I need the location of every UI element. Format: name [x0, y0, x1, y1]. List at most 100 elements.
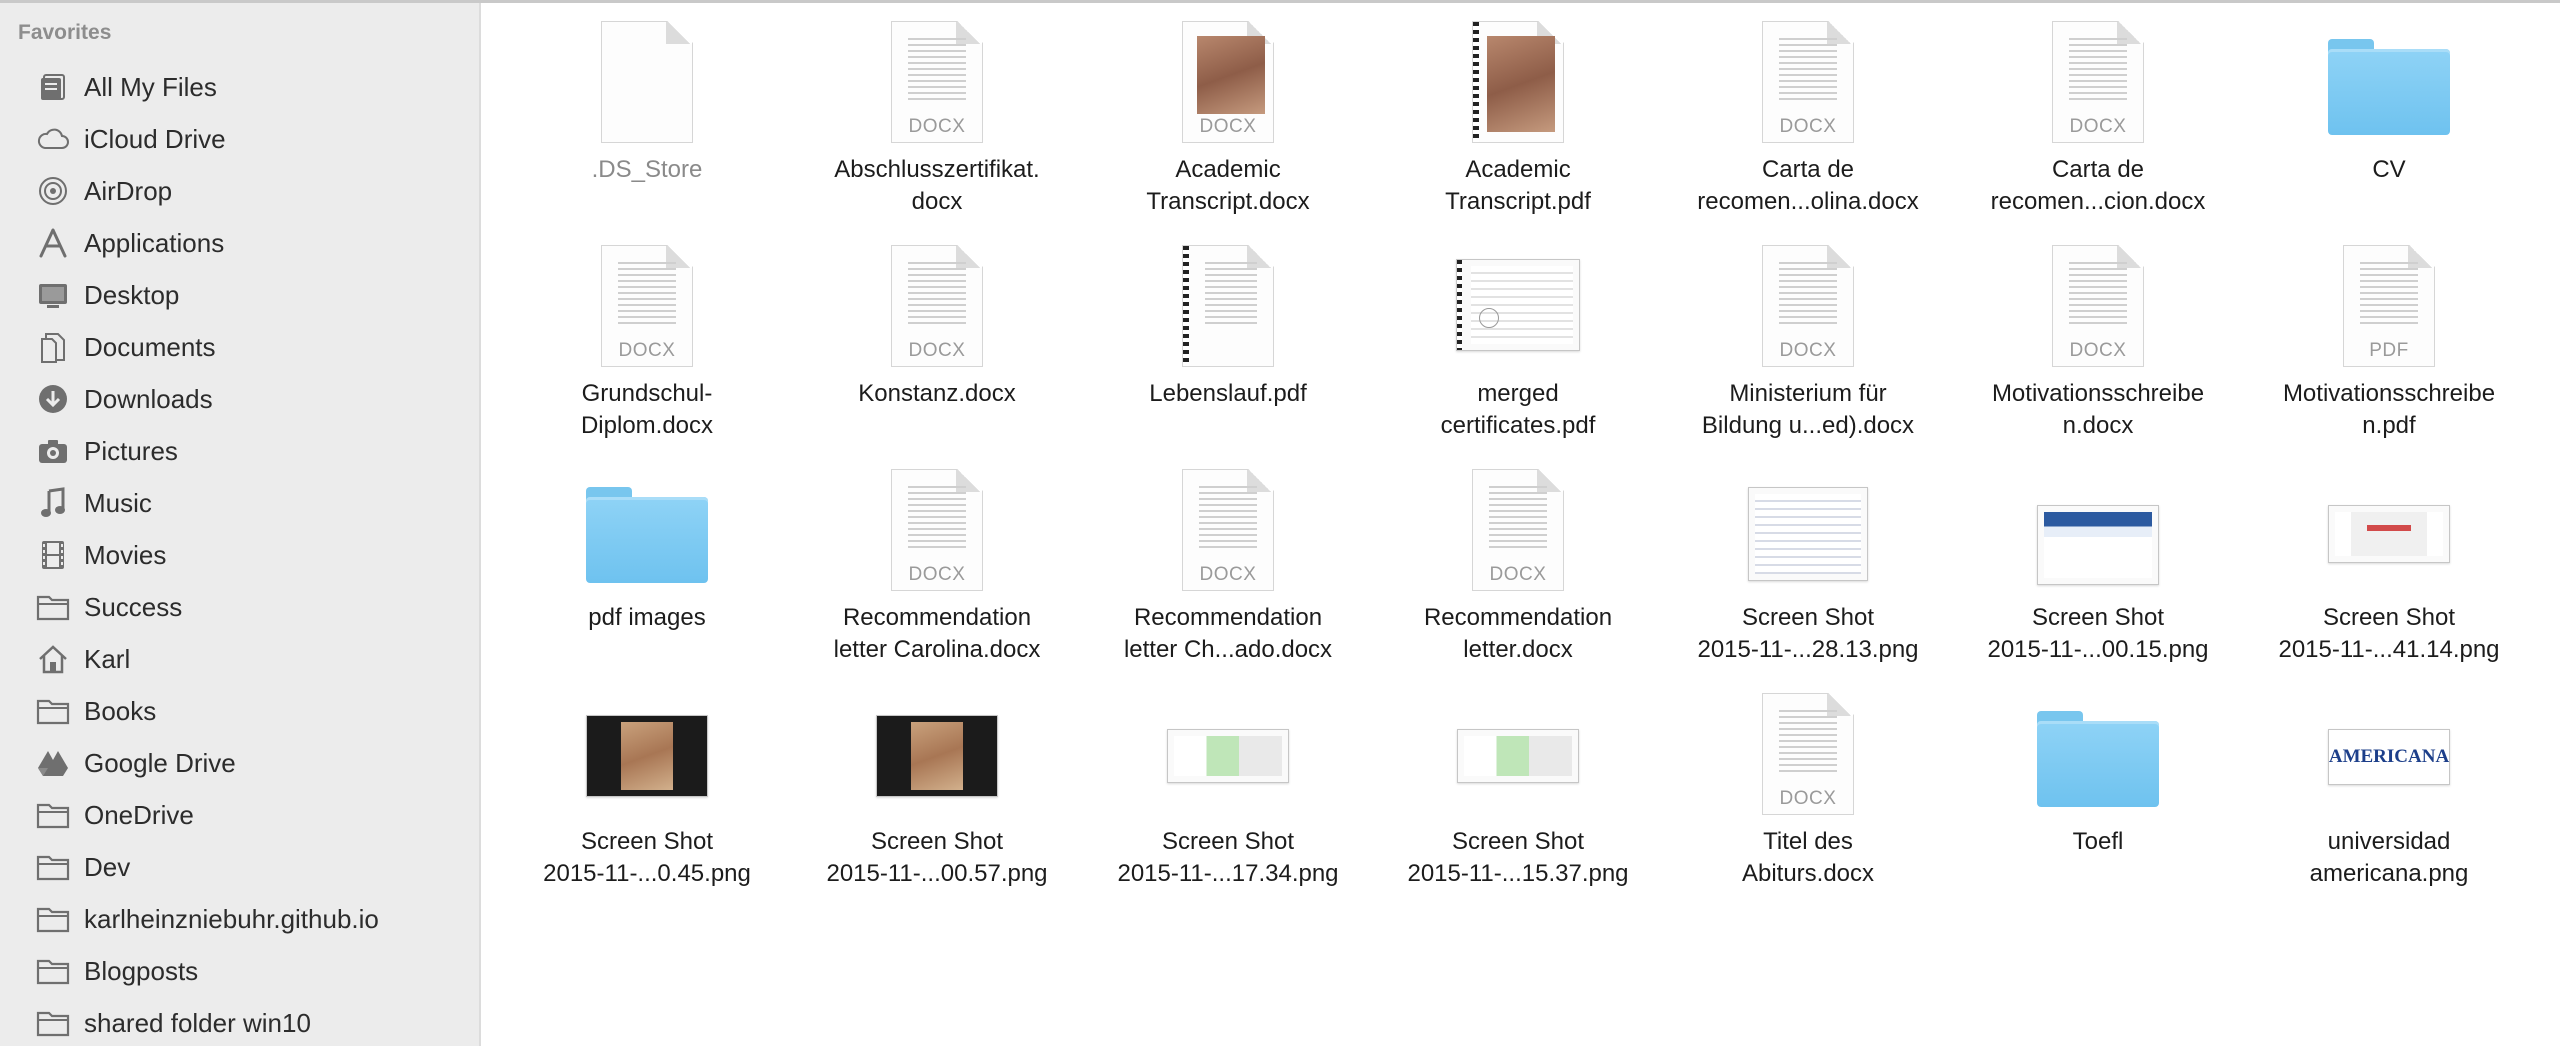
file-item-recommendation-letter-ch-ado-docx[interactable]: DOCX Recommendation letter Ch...ado.docx — [1088, 469, 1368, 679]
file-item-carta-de-recomen-olina-docx[interactable]: DOCX Carta de recomen...olina.docx — [1668, 21, 1948, 231]
sidebar-item-label: Music — [84, 487, 152, 518]
file-type-badge: DOCX — [1199, 116, 1257, 137]
file-item-screen-shot-2015-11-00-15-png[interactable]: Screen Shot 2015-11-...00.15.png — [1958, 469, 2238, 679]
sidebar-item-music[interactable]: Music — [0, 477, 479, 529]
document-icon: DOCX — [891, 469, 983, 591]
file-item-toefl[interactable]: Toefl — [1958, 693, 2238, 903]
folder-icon — [36, 902, 70, 936]
file-item-motivationsschreibe-n-docx[interactable]: DOCX Motivationsschreibe n.docx — [1958, 245, 2238, 455]
file-item-motivationsschreibe-n-pdf[interactable]: PDF Motivationsschreibe n.pdf — [2249, 245, 2529, 455]
file-item-recommendation-letter-carolina-docx[interactable]: DOCX Recommendation letter Carolina.docx — [797, 469, 1077, 679]
image-thumbnail-icon: AMERICANA — [2328, 729, 2450, 785]
google-drive-icon — [36, 746, 70, 780]
file-item-screen-shot-2015-11-0-45-png[interactable]: Screen Shot 2015-11-...0.45.png — [507, 693, 787, 903]
file-item-grundschul-diplom-docx[interactable]: DOCX Grundschul- Diplom.docx — [507, 245, 787, 455]
file-item-screen-shot-2015-11-41-14-png[interactable]: Screen Shot 2015-11-...41.14.png — [2249, 469, 2529, 679]
document-icon: DOCX — [1762, 693, 1854, 815]
folder-icon — [36, 1006, 70, 1040]
sidebar-item-books[interactable]: Books — [0, 685, 479, 737]
file-item-lebenslauf-pdf[interactable]: Lebenslauf.pdf — [1088, 245, 1368, 455]
file-name-label: Recommendation letter Carolina.docx — [833, 604, 1041, 663]
file-item-pdf-images[interactable]: pdf images — [507, 469, 787, 679]
file-item-screen-shot-2015-11-00-57-png[interactable]: Screen Shot 2015-11-...00.57.png — [797, 693, 1077, 903]
file-item-recommendation-letter-docx[interactable]: DOCX Recommendation letter.docx — [1378, 469, 1658, 679]
file-type-badge: DOCX — [618, 340, 676, 361]
sidebar-item-label: Desktop — [84, 279, 180, 310]
file-type-badge: DOCX — [908, 340, 966, 361]
file-name-label: Recommendation letter.docx — [1423, 604, 1613, 663]
file-name-label: Academic Transcript.pdf — [1445, 156, 1591, 215]
document-icon: DOCX — [2052, 245, 2144, 367]
image-thumbnail-icon — [1457, 729, 1579, 783]
sidebar-item-applications[interactable]: Applications — [0, 217, 479, 269]
file-item-merged-certificates-pdf[interactable]: merged certificates.pdf — [1378, 245, 1658, 455]
file-name-label: Titel des Abiturs.docx — [1741, 828, 1875, 887]
sidebar-item-google-drive[interactable]: Google Drive — [0, 737, 479, 789]
sidebar-item-movies[interactable]: Movies — [0, 529, 479, 581]
file-name-label: Grundschul- Diplom.docx — [580, 380, 714, 439]
file-type-badge: DOCX — [1199, 564, 1257, 585]
file-item-cv[interactable]: CV — [2249, 21, 2529, 231]
sidebar-item-dev[interactable]: Dev — [0, 841, 479, 893]
sidebar-item-label: shared folder win10 — [84, 1007, 311, 1038]
sidebar-item-karlheinzniebuhr-github-io[interactable]: karlheinzniebuhr.github.io — [0, 893, 479, 945]
document-icon: DOCX — [1762, 21, 1854, 143]
sidebar-item-label: iCloud Drive — [84, 123, 226, 154]
file-item-titel-des-abiturs-docx[interactable]: DOCX Titel des Abiturs.docx — [1668, 693, 1948, 903]
document-icon — [1472, 21, 1564, 143]
sidebar-item-shared-folder-win10[interactable]: shared folder win10 — [0, 997, 479, 1049]
sidebar-item-karl[interactable]: Karl — [0, 633, 479, 685]
favorites-list: All My Files iCloud Drive AirDrop Applicati… — [0, 61, 479, 1049]
file-name-label: Lebenslauf.pdf — [1149, 380, 1307, 407]
document-icon: DOCX — [1182, 469, 1274, 591]
file-name-label: Konstanz.docx — [858, 380, 1016, 407]
sidebar-item-success[interactable]: Success — [0, 581, 479, 633]
pdf-thumbnail-icon — [1456, 259, 1580, 351]
sidebar-item-label: Applications — [84, 227, 225, 258]
file-type-badge: DOCX — [1779, 116, 1837, 137]
sidebar-item-label: Success — [84, 591, 183, 622]
file-item-abschlusszertifikat-docx[interactable]: DOCX Abschlusszertifikat. docx — [797, 21, 1077, 231]
folder-icon — [2328, 39, 2450, 135]
sidebar-item-onedrive[interactable]: OneDrive — [0, 789, 479, 841]
file-name-label: Ministerium für Bildung u...ed).docx — [1701, 380, 1915, 439]
sidebar-item-airdrop[interactable]: AirDrop — [0, 165, 479, 217]
sidebar-item-all-my-files[interactable]: All My Files — [0, 61, 479, 113]
file-item-screen-shot-2015-11-17-34-png[interactable]: Screen Shot 2015-11-...17.34.png — [1088, 693, 1368, 903]
music-note-icon — [36, 486, 70, 520]
file-name-label: Toefl — [2072, 828, 2124, 855]
file-name-label: Carta de recomen...olina.docx — [1697, 156, 1919, 215]
file-type-badge: DOCX — [2069, 340, 2127, 361]
file-name-label: pdf images — [588, 604, 706, 631]
sidebar-item-blogposts[interactable]: Blogposts — [0, 945, 479, 997]
sidebar-item-icloud-drive[interactable]: iCloud Drive — [0, 113, 479, 165]
sidebar-item-downloads[interactable]: Downloads — [0, 373, 479, 425]
favorites-header: Favorites — [18, 21, 112, 44]
sidebar-item-pictures[interactable]: Pictures — [0, 425, 479, 477]
file-item-academic-transcript-pdf[interactable]: Academic Transcript.pdf — [1378, 21, 1658, 231]
document-icon: PDF — [2343, 245, 2435, 367]
airdrop-icon — [36, 174, 70, 208]
cloud-icon — [36, 122, 70, 156]
file-item-screen-shot-2015-11-15-37-png[interactable]: Screen Shot 2015-11-...15.37.png — [1378, 693, 1658, 903]
sidebar-item-desktop[interactable]: Desktop — [0, 269, 479, 321]
file-item-ds-store[interactable]: .DS_Store — [507, 21, 787, 231]
document-icon — [1182, 245, 1274, 367]
folder-icon — [586, 487, 708, 583]
file-name-label: Motivationsschreibe n.docx — [1991, 380, 2205, 439]
file-item-konstanz-docx[interactable]: DOCX Konstanz.docx — [797, 245, 1077, 455]
file-name-label: Academic Transcript.docx — [1146, 156, 1310, 215]
file-type-badge: PDF — [2369, 340, 2409, 361]
file-item-academic-transcript-docx[interactable]: DOCX Academic Transcript.docx — [1088, 21, 1368, 231]
sidebar-item-documents[interactable]: Documents — [0, 321, 479, 373]
file-item-universidad-americana-png[interactable]: AMERICANA universidad americana.png — [2249, 693, 2529, 903]
logo-text: AMERICANA — [2328, 746, 2450, 767]
image-thumbnail-icon — [1167, 729, 1289, 783]
file-item-screen-shot-2015-11-28-13-png[interactable]: Screen Shot 2015-11-...28.13.png — [1668, 469, 1948, 679]
document-icon: DOCX — [1762, 245, 1854, 367]
file-type-badge: DOCX — [2069, 116, 2127, 137]
file-grid-view: .DS_Store DOCX Abschlusszertifikat. docx DO… — [481, 3, 2560, 1046]
file-item-ministerium-f-r-bildung-u-ed-docx[interactable]: DOCX Ministerium für Bildung u...ed).docx — [1668, 245, 1948, 455]
file-name-label: merged certificates.pdf — [1440, 380, 1596, 439]
file-item-carta-de-recomen-cion-docx[interactable]: DOCX Carta de recomen...cion.docx — [1958, 21, 2238, 231]
